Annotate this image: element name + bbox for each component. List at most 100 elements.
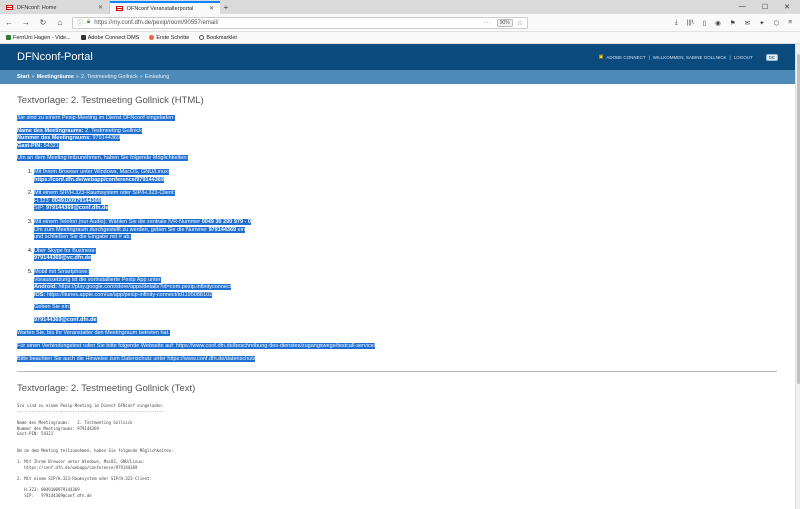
tab-dfnconf-home[interactable]: DFNconf: Home ✕: [0, 1, 110, 14]
toolbar-right: ⤓ |||\ ▯ ◉ ⚑ ✉ ✦ ⬡ ≡: [675, 19, 796, 27]
portal-title[interactable]: DFNconf-Portal: [17, 51, 93, 63]
close-tab-icon[interactable]: ✕: [209, 5, 214, 12]
minimize-icon[interactable]: —: [739, 3, 746, 11]
android-app-link[interactable]: https://play.google.com/store/apps/detai…: [58, 284, 231, 290]
pin-value: 54321: [43, 142, 59, 149]
dfn-favicon-icon: [6, 5, 13, 10]
breadcrumb-meetingraeume[interactable]: Meetingräume: [37, 74, 74, 80]
ios-app-link[interactable]: https://itunes.apple.com/us/app/pexip-in…: [47, 292, 212, 298]
html-template-footer: Warten Sie, bis Ihr Veranstalter den Mee…: [17, 330, 777, 363]
option-text: und schließen Sie die Eingabe mit # ab.: [34, 234, 131, 241]
sip-value: 979144369@conf.dfn.de: [45, 205, 109, 212]
option-text: Mit Ihrem Browser unter Windows, MacOS, …: [34, 168, 170, 175]
divider: [17, 371, 777, 373]
breadcrumb-current: Einladung: [144, 74, 170, 80]
bookmark-favicon-icon: [149, 35, 155, 40]
room-number: 979144369: [208, 226, 237, 233]
bookmark-item[interactable]: Adobe Connect DMS: [80, 34, 140, 41]
list-item: Über Skype for Business: 979144369@vc.df…: [34, 247, 777, 263]
new-tab-button[interactable]: +: [220, 3, 232, 12]
lock-icon[interactable]: 🔒︎: [87, 19, 90, 26]
tab-title: DFNconf: Home: [17, 4, 57, 11]
maximize-icon[interactable]: ☐: [762, 3, 768, 11]
bookmark-favicon-icon: [6, 35, 11, 40]
language-select[interactable]: DE: [765, 53, 778, 61]
window-controls: — ☐ ✕: [739, 3, 800, 11]
breadcrumb-start[interactable]: Start: [17, 74, 30, 80]
info-icon[interactable]: ⓘ: [77, 18, 83, 27]
bookmark-label: Adobe Connect DMS: [87, 34, 140, 41]
extension-icon[interactable]: ◉: [715, 19, 721, 27]
testcall-text[interactable]: Für einen Verbindungstest rufen Sie bitt…: [17, 343, 376, 350]
sidebar-icon[interactable]: ▯: [703, 19, 707, 27]
mobile-address: 979144369@conf.dfn.de: [34, 316, 97, 323]
ivr-number: 0049 30 200 979 - 0: [201, 218, 251, 225]
text-template-body[interactable]: Sie sind zu einem Pexip-Meeting im Diens…: [17, 403, 777, 498]
bookmark-item[interactable]: Erste Schritte: [149, 35, 189, 41]
forward-icon[interactable]: →: [21, 18, 31, 27]
tab-strip: DFNconf: Home ✕ DFNconf Veranstalterport…: [0, 0, 800, 14]
option-text: Mobil mit Smartphone:: [34, 268, 90, 275]
wait-text: Warten Sie, bis Ihr Veranstalter den Mee…: [17, 330, 170, 337]
extension-icon[interactable]: ⚑: [730, 19, 736, 27]
number-value: 979144369: [92, 135, 121, 142]
extension-icon[interactable]: ⬡: [774, 19, 780, 27]
bookmark-label: Bookmarklet: [206, 34, 237, 41]
close-tab-icon[interactable]: ✕: [98, 4, 103, 11]
pin-label: Gast-PIN:: [17, 142, 43, 149]
bookmark-label: Erste Schritte: [156, 34, 190, 41]
bookmark-favicon-icon: [80, 35, 86, 40]
skype-address: 979144369@vc.dfn.de: [34, 255, 92, 262]
download-icon[interactable]: ⤓: [675, 19, 678, 27]
adobe-connect-link[interactable]: ADOBE CONNECT: [606, 55, 645, 60]
option-text: ein: [237, 226, 245, 233]
reload-icon[interactable]: ↻: [38, 18, 48, 27]
number-label: Nummer des Meetingraums:: [17, 135, 91, 142]
url-text[interactable]: https://my.conf.dfn.de/pexip/room/90557/…: [94, 20, 218, 26]
portal-header: DFNconf-Portal ▣ ADOBE CONNECT | WILLKOM…: [0, 44, 795, 70]
page-actions-icon[interactable]: ···: [484, 20, 493, 26]
page-scrollbar[interactable]: [795, 44, 800, 509]
option-text: Mit einem SIP/H.323-Raumsystem oder SIP/…: [34, 190, 175, 197]
home-icon[interactable]: ⌂: [55, 18, 65, 27]
bookmarks-toolbar: FernUni Hagen - Vide... Adobe Connect DM…: [0, 32, 800, 44]
bookmark-item[interactable]: FernUni Hagen - Vide...: [6, 35, 71, 41]
h323-value: 0049100979144369: [51, 197, 101, 204]
logout-link[interactable]: LOGOUT: [734, 55, 753, 60]
zoom-level[interactable]: 90%: [496, 18, 513, 27]
intro-text: Sie sind zu einem Pexip-Meeting im Diens…: [17, 115, 175, 121]
html-template-body[interactable]: Sie sind zu einem Pexip-Meeting im Diens…: [17, 115, 777, 163]
text-template-line: SIP: 979144369@conf.dfn.de: [17, 492, 92, 498]
text-template-heading: Textvorlage: 2. Testmeeting Gollnick (Te…: [17, 383, 196, 395]
webapp-link[interactable]: https://conf.dfn.de/webapp/conference/97…: [34, 177, 164, 183]
sip-label: SIP:: [34, 205, 45, 212]
navigation-toolbar: ← → ↻ ⌂ ⓘ 🔒︎ https://my.conf.dfn.de/pexi…: [0, 14, 800, 32]
name-label: Name des Meetingraums:: [17, 127, 84, 134]
breadcrumb-separator: »: [75, 74, 79, 80]
android-label: Android:: [34, 284, 57, 291]
list-item: Mobil mit Smartphone: Voraussetzung ist …: [34, 268, 777, 325]
extension-icon[interactable]: ✉: [745, 19, 750, 27]
adobe-connect-icon: ▣: [598, 54, 604, 60]
back-icon[interactable]: ←: [4, 18, 14, 27]
breadcrumb: Start » Meetingräume » 2. Testmeeting Go…: [0, 70, 795, 84]
close-window-icon[interactable]: ✕: [784, 3, 790, 11]
bookmark-item[interactable]: Bookmarklet: [199, 35, 237, 41]
breadcrumb-room[interactable]: 2. Testmeeting Gollnick: [81, 74, 138, 80]
name-value: 2. Testmeeting Gollnick: [85, 127, 142, 134]
main-content: Textvorlage: 2. Testmeeting Gollnick (HT…: [17, 84, 777, 498]
library-icon[interactable]: |||\: [687, 19, 694, 27]
option-text: Voraussetzung ist die vorinstallierte Pe…: [34, 276, 161, 283]
extension-icon[interactable]: ✦: [759, 19, 764, 27]
menu-icon[interactable]: ≡: [788, 19, 792, 27]
bookmark-star-icon[interactable]: ☆: [517, 19, 523, 27]
option-text: Geben Sie ein:: [34, 304, 71, 311]
separator: |: [648, 54, 650, 60]
option-text: Um zum Meetingraum durchgestellt zu werd…: [34, 226, 208, 233]
privacy-text[interactable]: Bitte beachten Sie auch die Hinweise zum…: [17, 355, 256, 362]
ios-label: IOS:: [34, 291, 46, 298]
tab-veranstalterportal[interactable]: DFNconf Veranstalterportal ✕: [110, 1, 220, 14]
option-text: Über Skype for Business:: [34, 247, 97, 254]
dfn-favicon-icon: [116, 6, 123, 11]
address-bar[interactable]: ⓘ 🔒︎ https://my.conf.dfn.de/pexip/room/9…: [72, 16, 528, 29]
